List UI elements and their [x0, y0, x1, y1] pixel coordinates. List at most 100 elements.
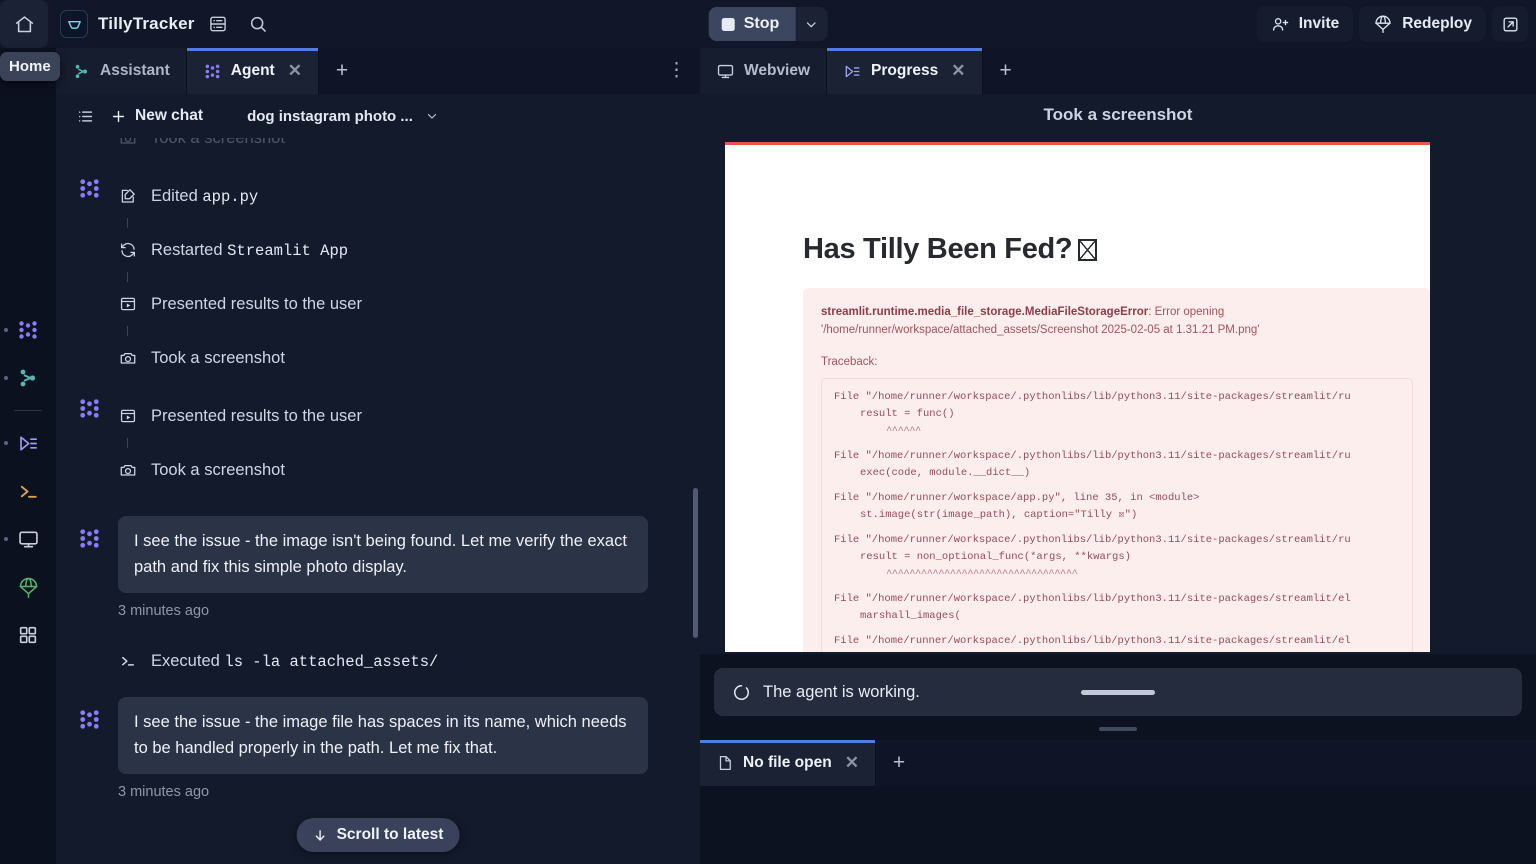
invite-label: Invite: [1299, 15, 1339, 33]
top-bar: TillyTracker Stop: [0, 0, 1536, 48]
agent-message: I see the issue - the image file has spa…: [74, 697, 682, 774]
step-took-screenshot[interactable]: Took a screenshot: [118, 448, 682, 492]
file-icon: [716, 754, 734, 772]
app-title: TillyTracker: [98, 14, 195, 34]
chat-name: dog instagram photo ...: [247, 108, 413, 125]
tab-label: Agent: [231, 62, 275, 80]
monitor-icon: [716, 62, 735, 81]
scroll-to-latest-label: Scroll to latest: [337, 826, 444, 844]
panel-resize-handle[interactable]: [1099, 727, 1137, 731]
step-took-screenshot[interactable]: Took a screenshot: [118, 138, 682, 160]
traceback-line: File "/home/runner/workspace/app.py", li…: [834, 490, 1412, 507]
traceback-line: File "/home/runner/workspace/.pythonlibs…: [834, 389, 1412, 406]
home-icon: [14, 14, 35, 35]
chevron-down-icon: [804, 17, 819, 32]
traceback-line: marshall_images(: [834, 608, 1412, 625]
traceback-line: File "/home/runner/workspace/.pythonlibs…: [834, 448, 1412, 465]
timeline-group: Presented results to the user Took a scr…: [74, 394, 682, 492]
progress-flag-icon: [17, 432, 40, 455]
chat-history-button[interactable]: [70, 101, 100, 131]
scroll-to-latest-button[interactable]: Scroll to latest: [297, 818, 460, 852]
step-presented-results[interactable]: Presented results to the user: [118, 394, 682, 438]
step-restarted-app[interactable]: Restarted Streamlit App: [118, 228, 682, 272]
streamlit-app-screenshot[interactable]: Has Tilly Been Fed? streamlit.runtime.me…: [725, 142, 1430, 652]
tab-progress[interactable]: Progress ✕: [827, 48, 982, 94]
file-editor-area[interactable]: [700, 786, 1536, 864]
rail-item-progress[interactable]: [0, 419, 56, 467]
panel-more-button[interactable]: ⋮: [667, 67, 686, 75]
open-external-button[interactable]: [1492, 6, 1528, 42]
timeline-group: Edited app.py Restarted Streamlit App: [74, 174, 682, 380]
step-label: Restarted Streamlit App: [151, 241, 348, 260]
restart-icon: [118, 241, 137, 259]
add-tab-button[interactable]: +: [319, 48, 365, 94]
rail-item-agent[interactable]: [0, 306, 56, 354]
chat-selector[interactable]: dog instagram photo ...: [247, 108, 439, 125]
search-button[interactable]: [241, 7, 275, 41]
status-progress-bar: [1081, 690, 1155, 695]
add-file-tab-button[interactable]: +: [876, 740, 922, 786]
traceback-line: [834, 583, 1412, 591]
top-bar-actions: Invite Redeploy: [1257, 6, 1528, 42]
step-mono: ls -la attached_assets/: [224, 653, 438, 671]
step-executed-command[interactable]: Executed ls -la attached_assets/: [118, 639, 682, 683]
status-text: The agent is working.: [763, 683, 920, 702]
preview-panel: Webview Progress ✕ + Took a screenshot H…: [700, 48, 1536, 864]
tab-close-icon[interactable]: ✕: [845, 753, 859, 773]
rail-item-deployments[interactable]: [0, 563, 56, 611]
error-box: streamlit.runtime.media_file_storage.Med…: [803, 288, 1430, 652]
camera-icon: [118, 138, 137, 147]
tab-close-icon[interactable]: ✕: [951, 61, 965, 81]
step-presented-results[interactable]: Presented results to the user: [118, 282, 682, 326]
tab-webview[interactable]: Webview: [700, 48, 827, 94]
chat-scroll-area[interactable]: Took a screenshot: [56, 138, 700, 864]
invite-button[interactable]: Invite: [1257, 6, 1353, 42]
step-connector: [127, 272, 128, 282]
rail-item-all-tools[interactable]: [0, 611, 56, 659]
tab-no-file-open[interactable]: No file open ✕: [700, 740, 876, 786]
tab-agent[interactable]: Agent ✕: [187, 48, 319, 94]
add-preview-tab-button[interactable]: +: [983, 48, 1029, 94]
message-bubble: I see the issue - the image file has spa…: [118, 697, 648, 774]
rail-item-webview[interactable]: [0, 515, 56, 563]
rail-item-shell[interactable]: [0, 467, 56, 515]
step-label: Took a screenshot: [151, 461, 285, 480]
error-type: streamlit.runtime.media_file_storage.Med…: [821, 306, 1148, 318]
traceback-line: [834, 482, 1412, 490]
panels-button[interactable]: [201, 7, 235, 41]
step-label: Presented results to the user: [151, 407, 362, 426]
monitor-icon: [17, 528, 40, 551]
redeploy-label: Redeploy: [1402, 15, 1472, 33]
rail-active-dot: [4, 328, 8, 332]
avatar-placeholder: [74, 639, 104, 669]
stop-button[interactable]: Stop: [709, 7, 796, 41]
step-took-screenshot[interactable]: Took a screenshot: [118, 336, 682, 380]
rail-item-assistant[interactable]: [0, 354, 56, 402]
traceback-line: ^^^^^^^^^^^^^^^^^^^^^^^^^^^^^^^^^: [834, 566, 1412, 583]
chat-toolbar: New chat dog instagram photo ...: [56, 94, 700, 138]
tab-label: Assistant: [100, 62, 170, 80]
tab-close-icon[interactable]: ✕: [288, 61, 302, 81]
run-controls: Stop: [709, 7, 828, 41]
timeline-group: Took a screenshot: [74, 138, 682, 160]
screenshot-preview: Has Tilly Been Fed? streamlit.runtime.me…: [700, 134, 1536, 654]
new-chat-button[interactable]: New chat: [110, 107, 203, 125]
present-icon: [118, 295, 137, 313]
brand[interactable]: TillyTracker: [60, 10, 195, 38]
tab-assistant[interactable]: Assistant: [56, 48, 187, 94]
step-mono: app.py: [202, 188, 258, 206]
redeploy-button[interactable]: Redeploy: [1359, 6, 1486, 42]
edit-file-icon: [118, 187, 137, 205]
agent-avatar: [74, 174, 104, 204]
step-edited-file[interactable]: Edited app.py: [118, 174, 682, 218]
message-bubble: I see the issue - the image isn't being …: [118, 516, 648, 593]
traceback-line: proto_img.url = image_to_url(: [834, 650, 1412, 652]
chat-scrollbar[interactable]: [693, 488, 698, 638]
home-button[interactable]: [0, 0, 48, 48]
run-options-button[interactable]: [795, 7, 827, 41]
message-timestamp: 3 minutes ago: [118, 784, 682, 800]
camera-icon: [118, 349, 137, 367]
external-link-icon: [1501, 15, 1520, 34]
step-mono: Streamlit App: [227, 242, 348, 260]
agent-tab-strip: Assistant Agent ✕ + ⋮: [56, 48, 700, 94]
